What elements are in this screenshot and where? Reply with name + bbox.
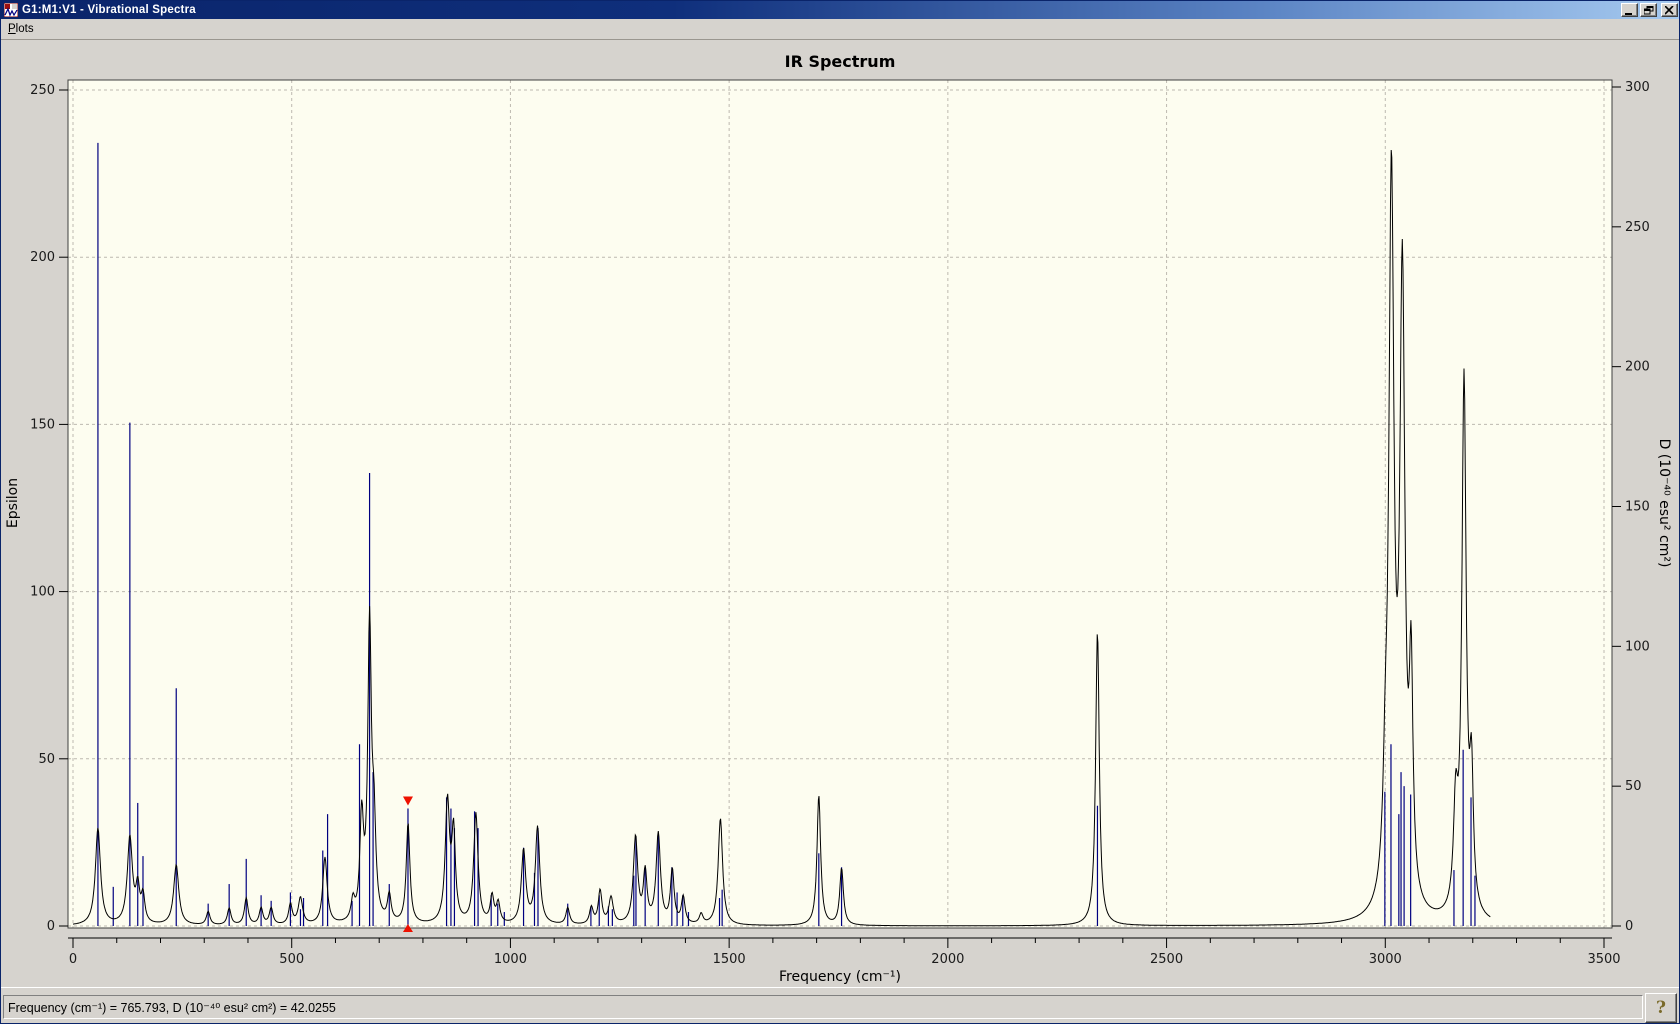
svg-text:3000: 3000 [1369, 952, 1402, 967]
svg-text:100: 100 [1625, 639, 1650, 654]
svg-text:50: 50 [38, 752, 55, 767]
svg-text:2500: 2500 [1150, 952, 1183, 967]
app-window: G1:M1:V1 - Vibrational Spectra Plots 0 5… [0, 0, 1680, 1024]
window-title: G1:M1:V1 - Vibrational Spectra [22, 4, 196, 16]
restore-button[interactable] [1640, 3, 1657, 17]
status-bar: Frequency (cm⁻¹) = 765.793, D (10⁻⁴⁰ esu… [1, 987, 1679, 1023]
svg-text:1000: 1000 [494, 952, 527, 967]
close-button[interactable] [1661, 3, 1678, 17]
svg-text:250: 250 [30, 83, 55, 98]
svg-text:150: 150 [30, 417, 55, 432]
svg-text:1500: 1500 [713, 952, 746, 967]
status-readout: Frequency (cm⁻¹) = 765.793, D (10⁻⁴⁰ esu… [3, 995, 1643, 1019]
svg-text:2000: 2000 [931, 952, 964, 967]
svg-text:250: 250 [1625, 220, 1650, 235]
minimize-icon [1625, 12, 1632, 15]
title-bar[interactable]: G1:M1:V1 - Vibrational Spectra [1, 1, 1679, 19]
svg-text:3500: 3500 [1587, 952, 1620, 967]
epsilon-tick-labels: 0 50 100 150 200 250 [30, 83, 55, 934]
menu-item-plots[interactable]: Plots [1, 21, 41, 37]
left-axis-label: Epsilon [5, 478, 21, 528]
svg-text:100: 100 [30, 585, 55, 600]
menu-bar: Plots [1, 19, 1679, 39]
epsilon-axis-ticks [59, 89, 68, 927]
svg-text:300: 300 [1625, 80, 1650, 95]
svg-text:50: 50 [1625, 779, 1642, 794]
chart-client-area: 0 500 1000 1500 2000 2500 3000 3500 0 50 100 150 200… [1, 39, 1680, 988]
help-button[interactable]: ? [1645, 993, 1677, 1023]
x-tick-labels: 0 500 1000 1500 2000 2500 3000 3500 [69, 952, 1621, 967]
x-axis-label: Frequency (cm⁻¹) [779, 969, 901, 985]
svg-text:200: 200 [1625, 360, 1650, 375]
ir-spectrum-plot[interactable]: 0 500 1000 1500 2000 2500 3000 3500050100150200… [1, 40, 1680, 988]
svg-text:0: 0 [1625, 919, 1633, 934]
restore-icon [1643, 5, 1653, 14]
d-axis-ticks [1612, 86, 1621, 927]
help-icon: ? [1656, 998, 1666, 1018]
d-tick-labels: 0 50 100 150 200 250 300 [1625, 80, 1650, 934]
close-icon [1665, 5, 1674, 15]
svg-text:500: 500 [279, 952, 304, 967]
chart-title: IR Spectrum [785, 52, 896, 71]
x-axis [68, 937, 1612, 948]
minimize-button[interactable] [1621, 3, 1638, 17]
svg-text:0: 0 [69, 952, 77, 967]
svg-text:200: 200 [30, 250, 55, 265]
vibrational-spectra-app-icon [4, 3, 18, 17]
svg-text:150: 150 [1625, 500, 1650, 515]
plot-background [68, 80, 1612, 928]
svg-text:0: 0 [47, 919, 55, 934]
right-axis-label: D (10⁻⁴⁰ esu² cm²) [1656, 439, 1672, 568]
